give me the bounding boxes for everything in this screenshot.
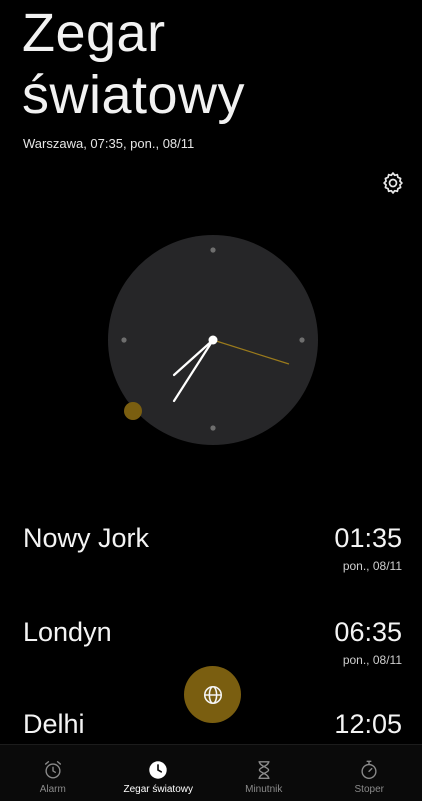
nav-tab-timer[interactable]: Minutnik	[211, 745, 317, 801]
city-name: Londyn	[23, 617, 112, 648]
city-date: pon., 08/11	[343, 653, 402, 667]
clock-marker-9	[121, 337, 126, 342]
page-title-line-1: Zegar	[22, 2, 245, 64]
clock-icon	[147, 759, 169, 781]
nav-tab-stopwatch[interactable]: Stoper	[317, 745, 422, 801]
clock-marker-3	[299, 337, 304, 342]
page-title: Zegar światowy	[22, 2, 245, 126]
city-time: 12:05	[334, 709, 402, 740]
clock-marker-6	[210, 425, 215, 430]
local-time-info: Warszawa, 07:35, pon., 08/11	[23, 136, 194, 151]
globe-icon	[202, 684, 224, 706]
nav-label: Stoper	[355, 784, 384, 795]
city-name: Delhi	[23, 709, 85, 740]
alarm-clock-icon	[42, 759, 64, 781]
settings-button[interactable]	[380, 170, 406, 196]
nav-label: Zegar światowy	[124, 784, 193, 795]
city-time: 01:35	[334, 523, 402, 554]
add-city-button[interactable]	[184, 666, 241, 723]
city-time: 06:35	[334, 617, 402, 648]
nav-label: Minutnik	[245, 784, 282, 795]
city-name: Nowy Jork	[23, 523, 149, 554]
clock-center	[209, 336, 218, 345]
city-row[interactable]: Nowy Jork 01:35 pon., 08/11	[0, 523, 422, 603]
clock-marker-12	[210, 247, 215, 252]
hourglass-icon	[253, 759, 275, 781]
nav-label: Alarm	[40, 784, 66, 795]
nav-tab-alarm[interactable]: Alarm	[0, 745, 106, 801]
nav-tab-world-clock[interactable]: Zegar światowy	[106, 745, 212, 801]
stopwatch-icon	[358, 759, 380, 781]
local-city-dot	[124, 402, 142, 420]
page-title-line-2: światowy	[22, 64, 245, 126]
gear-icon	[380, 170, 406, 196]
city-date: pon., 08/11	[343, 559, 402, 573]
bottom-navigation: Alarm Zegar światowy Minutnik Stoper	[0, 744, 422, 801]
